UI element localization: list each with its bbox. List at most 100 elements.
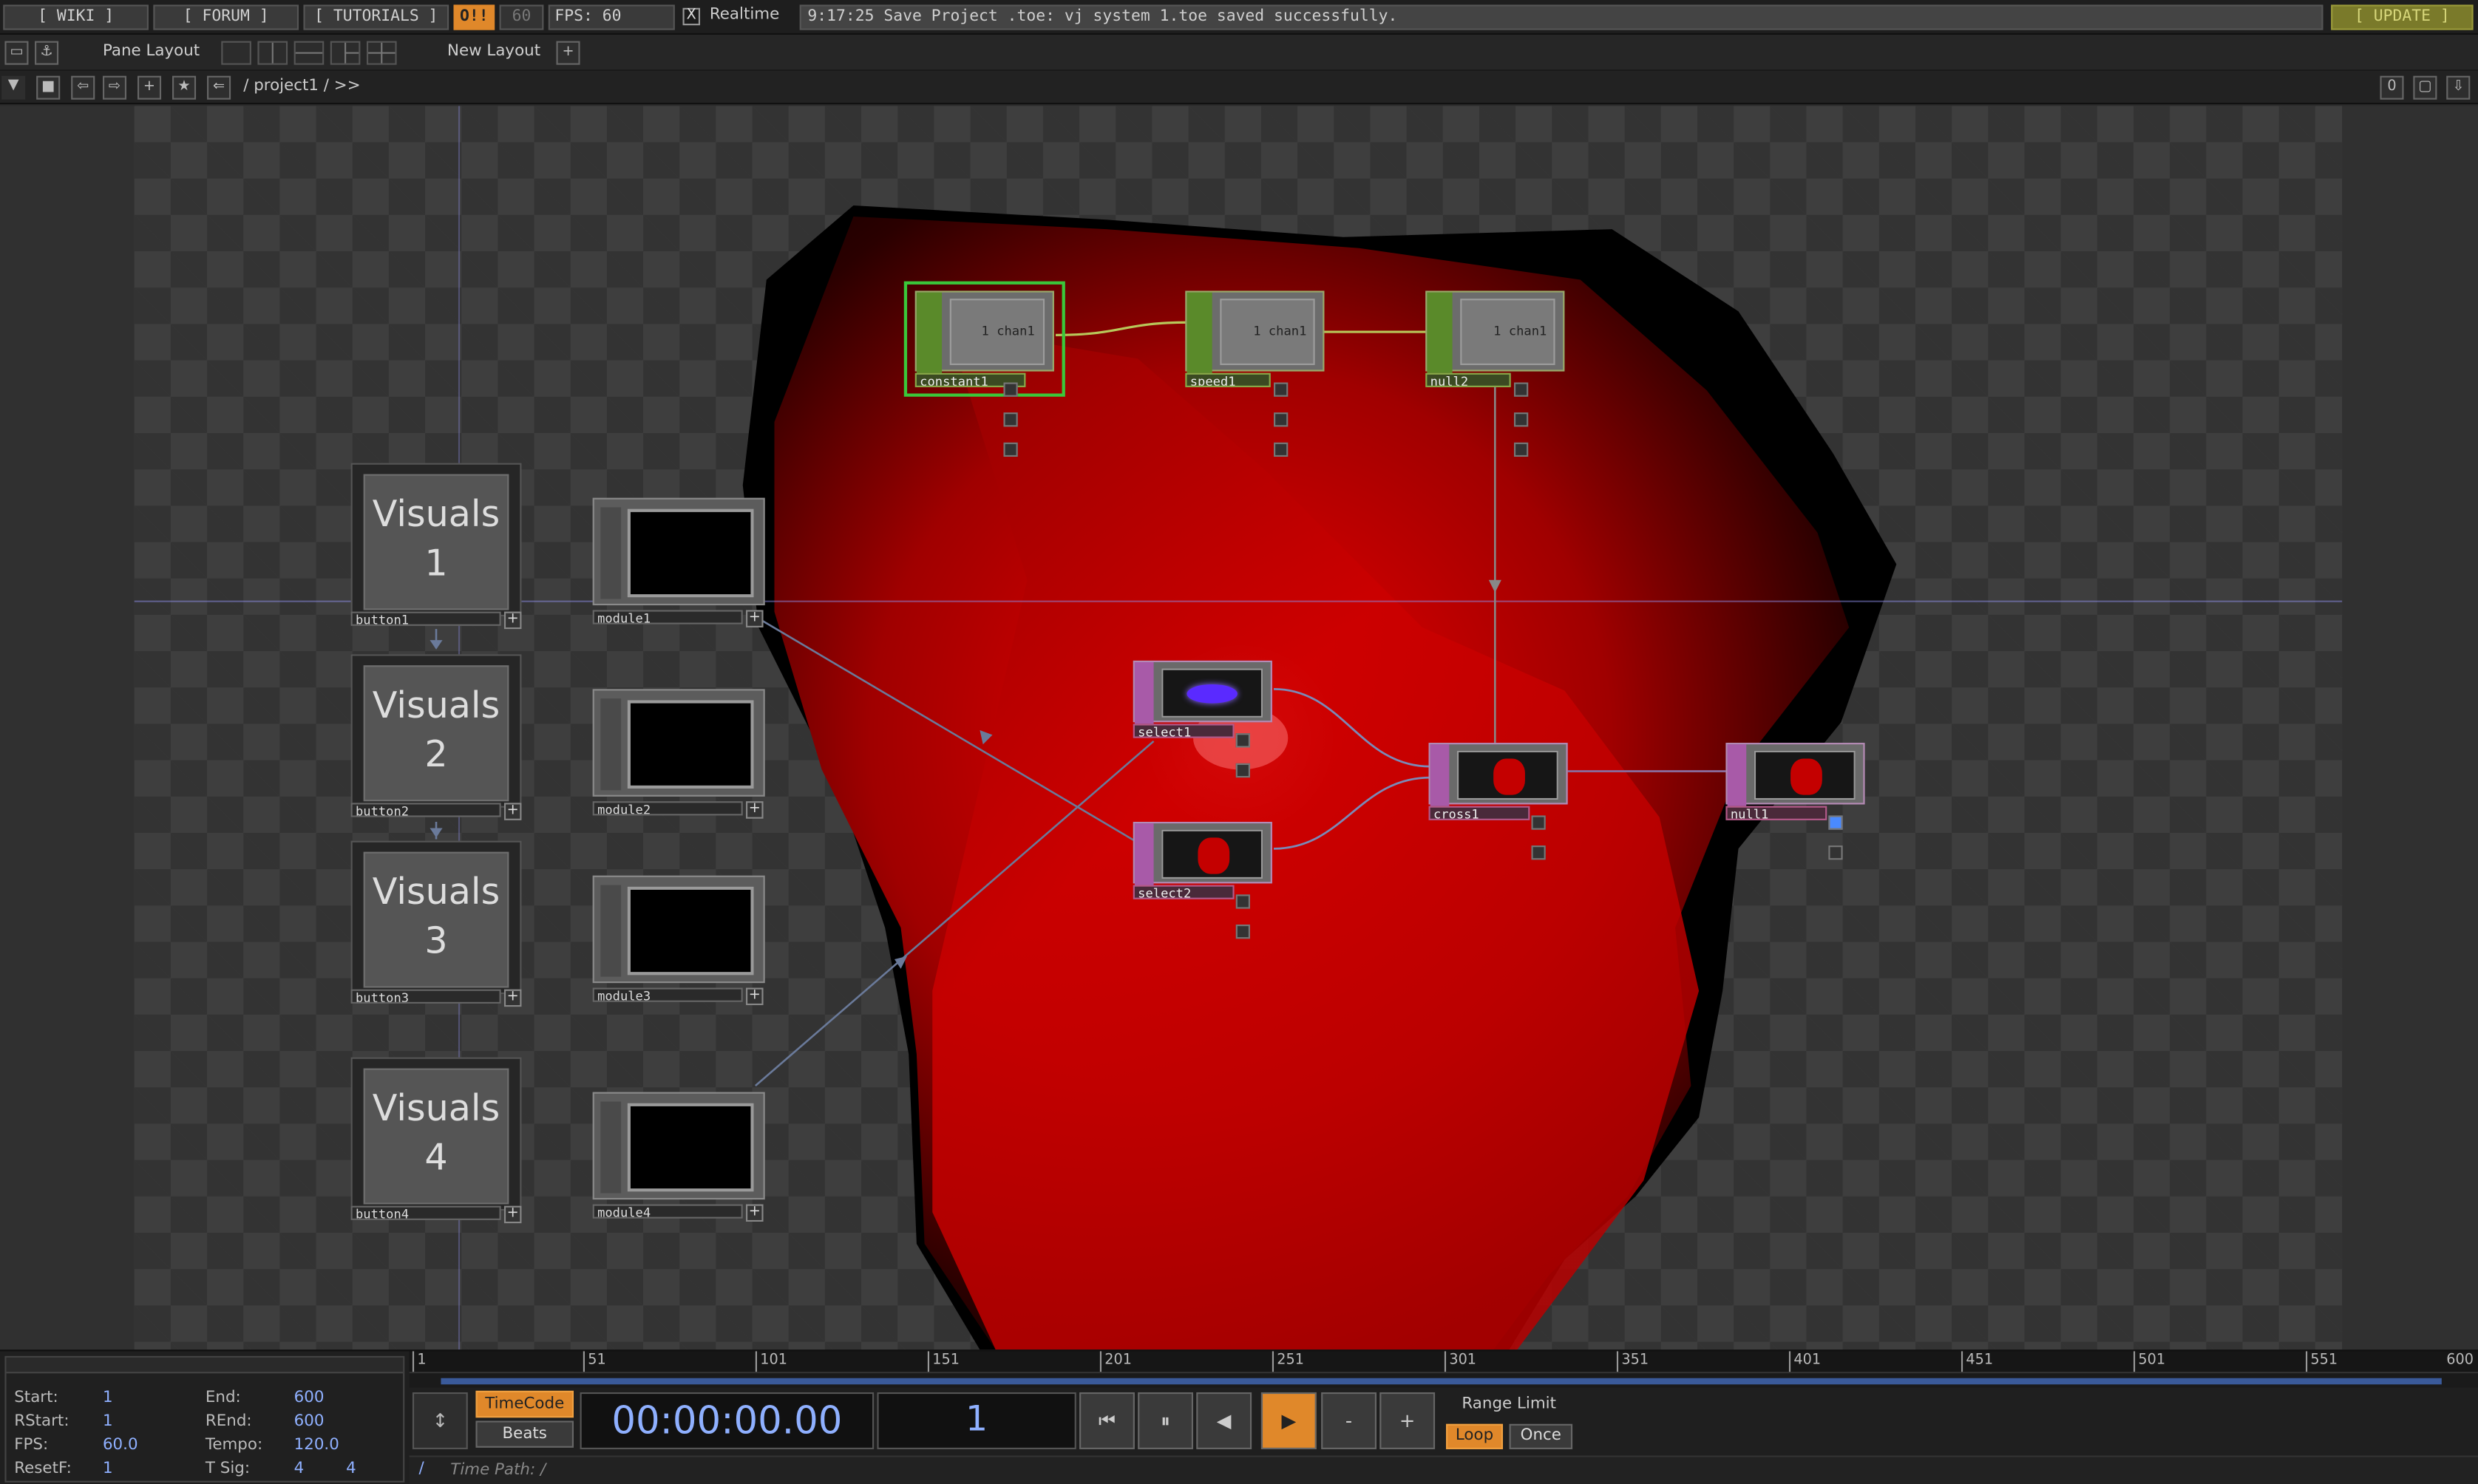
node-flags[interactable] [1235, 724, 1250, 778]
forum-button[interactable]: [ FORUM ] [153, 4, 299, 30]
viewer-toggle-icon[interactable]: + [503, 611, 522, 630]
ruler-tick: 351 [1616, 1351, 1649, 1372]
chop-channel: chan1 [1508, 324, 1547, 338]
viewer-toggle-icon[interactable]: + [746, 987, 764, 1006]
tsig-value-2[interactable]: 4 [346, 1460, 356, 1478]
download-icon[interactable]: ⇩ [2446, 75, 2471, 100]
chop-channel: chan1 [997, 324, 1035, 338]
button-label-line1: Visuals [372, 872, 500, 914]
add-layout-button[interactable]: + [556, 41, 580, 65]
node-name: select1 [1133, 724, 1235, 738]
chop-value: 1 [1493, 324, 1501, 338]
button-label-line2: 1 [424, 543, 448, 585]
pane-view-icon[interactable]: ▭ [4, 41, 29, 65]
node-side-icons [1134, 823, 1154, 885]
pause-icon[interactable]: ⏸ [1138, 1392, 1194, 1449]
wiki-button[interactable]: [ WIKI ] [3, 4, 149, 30]
rend-value[interactable]: 600 [294, 1413, 325, 1431]
faster-button[interactable]: + [1379, 1392, 1436, 1449]
realtime-checkbox[interactable]: X [682, 7, 701, 26]
viewer-toggle-icon[interactable]: + [503, 803, 522, 820]
anchor-icon[interactable]: ⚓ [35, 41, 59, 65]
ok-badge[interactable]: O!! [453, 4, 495, 30]
viewer-toggle-icon[interactable]: + [746, 801, 764, 819]
stop-icon[interactable]: ■ [36, 75, 61, 100]
rstart-value[interactable]: 1 [103, 1413, 113, 1431]
node-side-icons [1727, 744, 1747, 806]
fps-key: FPS: [14, 1436, 49, 1454]
module-face [592, 875, 765, 984]
timeline-scrub-bar[interactable] [409, 1373, 2478, 1388]
node-name: module3 [592, 987, 743, 1002]
slower-button[interactable]: - [1321, 1392, 1377, 1449]
end-value[interactable]: 600 [294, 1389, 325, 1407]
node-flags[interactable] [1530, 806, 1546, 860]
step-back-icon[interactable]: ◀ [1196, 1392, 1252, 1449]
viewer-toggle-icon[interactable]: + [746, 1204, 764, 1222]
time-path-bar: / Time Path: / [409, 1455, 2478, 1484]
network-path[interactable]: / project1 / >> [243, 78, 360, 95]
range-bar[interactable] [441, 1378, 2442, 1385]
maximize-icon[interactable]: ▢ [2413, 75, 2437, 100]
add-icon[interactable]: + [137, 75, 162, 100]
rewind-to-start-icon[interactable]: ⏮ [1079, 1392, 1135, 1449]
up-level-icon[interactable]: ⇐ [207, 75, 231, 100]
layout-single-icon[interactable] [221, 41, 251, 65]
node-flags[interactable] [1827, 806, 1843, 860]
viewer-toggle-icon[interactable]: + [746, 610, 764, 627]
ruler-tick: 301 [1444, 1351, 1476, 1372]
viewer-toggle-icon[interactable]: + [503, 989, 522, 1007]
resetf-key: ResetF: [14, 1460, 72, 1478]
node-side-icons [1427, 292, 1453, 373]
layout-quad-icon[interactable] [366, 41, 397, 65]
update-button[interactable]: [ UPDATE ] [2331, 4, 2474, 30]
tempo-value[interactable]: 120.0 [294, 1437, 339, 1454]
fps-display: FPS: 60 [548, 4, 675, 30]
node-side-icons [1134, 662, 1154, 724]
new-layout-label[interactable]: New Layout [447, 43, 540, 61]
timecode-display[interactable]: 00:00:00.00 [580, 1392, 875, 1449]
node-name: button1 [350, 611, 501, 626]
back-arrow-icon[interactable]: ⇦ [71, 75, 95, 100]
tsig-value-1[interactable]: 4 [294, 1460, 305, 1478]
time-path-label: Time Path: / [450, 1462, 546, 1480]
layout-split-horizontal-icon[interactable] [293, 41, 325, 65]
network-editor[interactable]: Visuals 1 button1 + Visuals 2 button2 + Vi… [0, 106, 2478, 1350]
chevron-down-icon[interactable]: ▼ [1, 75, 26, 100]
rstart-key: RStart: [14, 1412, 69, 1431]
start-value[interactable]: 1 [103, 1389, 113, 1407]
module-face [592, 1092, 765, 1200]
timecode-toggle[interactable]: TimeCode [475, 1390, 574, 1418]
tutorials-button[interactable]: [ TUTORIALS ] [303, 4, 449, 30]
time-options-icon[interactable]: ↕ [412, 1392, 468, 1449]
time-settings-panel: Start: 1 End: 600 RStart: 1 REnd: 600 FP… [4, 1355, 405, 1483]
button-label-line1: Visuals [372, 494, 500, 536]
forward-arrow-icon[interactable]: ⇨ [102, 75, 127, 100]
star-icon[interactable]: ★ [172, 75, 197, 100]
node-flags[interactable] [1513, 373, 1529, 457]
network-path-bar: ▼ ■ ⇦ ⇨ + ★ ⇐ / project1 / >> 0 ▢ ⇩ [0, 71, 2478, 105]
node-side-icons [1430, 744, 1450, 806]
viewer-toggle-icon[interactable]: + [503, 1205, 522, 1224]
node-flags[interactable] [1272, 373, 1289, 457]
beats-toggle[interactable]: Beats [475, 1420, 574, 1448]
node-flags[interactable] [1002, 373, 1018, 457]
play-icon[interactable]: ▶ [1260, 1392, 1317, 1449]
loop-button[interactable]: Loop [1446, 1423, 1504, 1449]
node-name: null1 [1725, 806, 1827, 820]
button-node-face: Visuals 2 [350, 654, 522, 808]
node-flags[interactable] [1235, 885, 1250, 939]
resetf-value[interactable]: 1 [103, 1460, 113, 1478]
layout-three-icon[interactable] [330, 41, 361, 65]
layout-split-vertical-icon[interactable] [257, 41, 288, 65]
timeline-panel: Start: 1 End: 600 RStart: 1 REnd: 600 FP… [0, 1349, 2478, 1484]
root-slash[interactable]: / [419, 1460, 424, 1478]
node-name: button3 [350, 989, 501, 1004]
once-button[interactable]: Once [1509, 1423, 1573, 1449]
button-label-line2: 2 [424, 735, 448, 776]
frame-display[interactable]: 1 [877, 1392, 1076, 1449]
rend-key: REnd: [205, 1412, 252, 1431]
fps-dim-indicator: 60 [499, 4, 544, 30]
fps-value[interactable]: 60.0 [103, 1437, 138, 1454]
timeline-ruler[interactable]: 1 51 101 151 201 251 301 351 401 451 501… [409, 1351, 2478, 1374]
